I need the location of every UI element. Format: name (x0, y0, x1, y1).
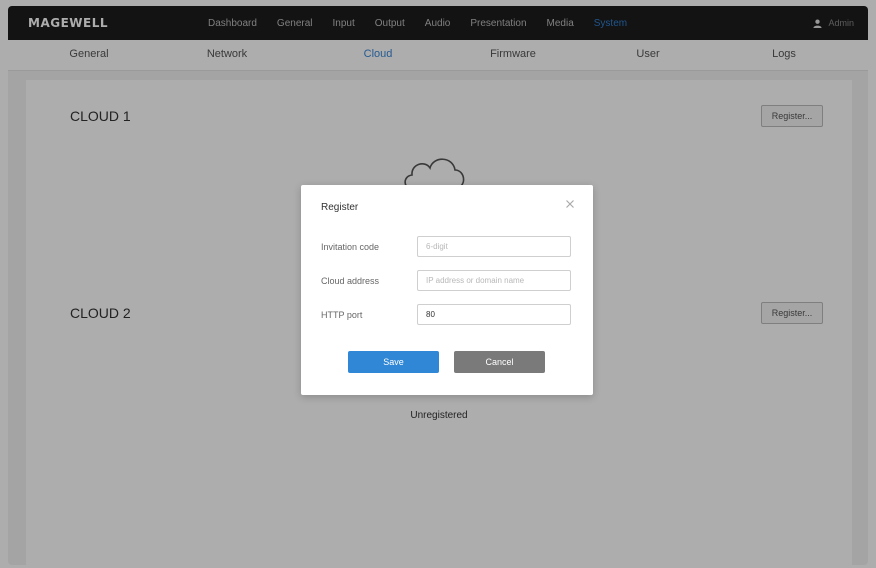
cancel-button[interactable]: Cancel (454, 351, 545, 373)
register-dialog: Register Invitation code Cloud address H… (301, 185, 593, 395)
cloud-address-input[interactable] (417, 270, 571, 291)
invitation-code-label: Invitation code (321, 242, 380, 252)
close-icon[interactable] (565, 199, 575, 209)
invitation-code-input[interactable] (417, 236, 571, 257)
dialog-title: Register (321, 202, 359, 213)
save-button[interactable]: Save (348, 351, 439, 373)
http-port-input[interactable] (417, 304, 571, 325)
cloud-address-label: Cloud address (321, 276, 380, 286)
http-port-label: HTTP port (321, 310, 363, 320)
